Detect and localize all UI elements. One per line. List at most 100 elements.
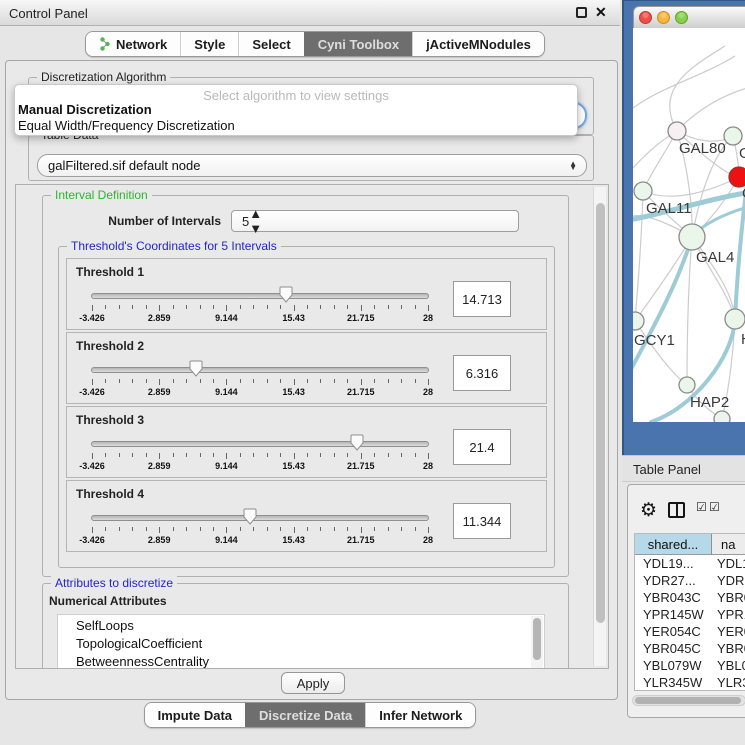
slider-tick bbox=[92, 527, 93, 533]
algorithm-hint-option[interactable]: Select algorithm to view settings bbox=[15, 85, 577, 102]
slider-thumb[interactable] bbox=[243, 508, 257, 530]
slider-thumb[interactable] bbox=[189, 360, 203, 382]
slider-tick bbox=[294, 527, 295, 533]
cell-name: YLR3 bbox=[712, 675, 745, 690]
close-icon[interactable]: ✕ bbox=[595, 4, 607, 21]
column-header-name[interactable]: na bbox=[712, 534, 745, 554]
slider-tick bbox=[320, 305, 321, 309]
list-item[interactable]: BetweennessCentrality bbox=[58, 654, 544, 669]
table-row[interactable]: YDL19...YDL1 bbox=[635, 555, 745, 572]
slider-thumb[interactable] bbox=[279, 286, 293, 308]
list-item[interactable]: SelfLoops bbox=[58, 618, 544, 633]
tab-cyni-toolbox[interactable]: Cyni Toolbox bbox=[304, 32, 412, 56]
tab-style[interactable]: Style bbox=[180, 32, 238, 56]
slider-tick bbox=[320, 527, 321, 531]
threshold-slider[interactable]: -3.4262.8599.14415.4321.71528 bbox=[91, 363, 431, 403]
float-window-icon[interactable] bbox=[576, 7, 587, 18]
table-row[interactable]: YBL079WYBL0 bbox=[635, 657, 745, 674]
threshold-value-field[interactable]: 6.316 bbox=[453, 355, 511, 391]
threshold-value-field[interactable]: 11.344 bbox=[453, 503, 511, 539]
slider-tick-label: 15.43 bbox=[271, 387, 317, 397]
table-data-select[interactable]: galFiltered.sif default node ▲▼ bbox=[37, 154, 587, 177]
panel-scrollbar[interactable] bbox=[593, 187, 606, 666]
slider-tick bbox=[186, 453, 187, 457]
threshold-slider[interactable]: -3.4262.8599.14415.4321.71528 bbox=[91, 511, 431, 551]
columns-icon[interactable] bbox=[668, 502, 685, 518]
network-node bbox=[633, 312, 644, 330]
table-row[interactable]: YBR045CYBR0 bbox=[635, 640, 745, 657]
control-panel-titlebar: Control Panel ✕ bbox=[0, 0, 620, 26]
slider-tick bbox=[186, 527, 187, 531]
slider-track[interactable] bbox=[91, 441, 429, 447]
network-node-label: HAP2 bbox=[690, 394, 729, 411]
table-row[interactable]: YLR345WYLR3 bbox=[635, 674, 745, 691]
slider-track[interactable] bbox=[91, 367, 429, 373]
slider-track[interactable] bbox=[91, 293, 429, 299]
slider-track[interactable] bbox=[91, 515, 429, 521]
number-of-intervals-select[interactable]: 5 ▲▼ bbox=[231, 210, 519, 232]
control-panel-tabs: NetworkStyleSelectCyni ToolboxjActiveMNo… bbox=[85, 31, 545, 57]
gear-icon[interactable]: ⚙ bbox=[640, 499, 657, 522]
cell-name: YBL0 bbox=[712, 658, 745, 673]
list-scrollbar[interactable] bbox=[531, 616, 543, 669]
tab-select[interactable]: Select bbox=[238, 32, 303, 56]
table-row[interactable]: YBR043CYBR0 bbox=[635, 589, 745, 606]
algorithm-option-manual[interactable]: Manual Discretization bbox=[15, 102, 577, 118]
threshold-row-4: Threshold 4 -3.4262.8599.14415.4321.71528… bbox=[66, 480, 547, 552]
column-header-shared-name[interactable]: shared... bbox=[635, 534, 712, 554]
threshold-label: Threshold 4 bbox=[76, 487, 144, 501]
slider-tick bbox=[388, 453, 389, 457]
cell-name: YPR1 bbox=[712, 607, 745, 622]
slider-tick bbox=[186, 305, 187, 309]
slider-tick bbox=[240, 305, 241, 309]
zoom-light[interactable] bbox=[675, 11, 688, 24]
slider-tick bbox=[280, 379, 281, 383]
network-node-label: GAL11 bbox=[646, 200, 692, 217]
slider-tick bbox=[347, 453, 348, 457]
threshold-row-3: Threshold 3-3.4262.8599.14415.4321.71528… bbox=[66, 406, 547, 478]
tab-jactivemnodules[interactable]: jActiveMNodules bbox=[412, 32, 544, 56]
node-table[interactable]: shared... na YDL19...YDL1YDR27...YDR2YBR… bbox=[634, 533, 745, 691]
slider-tick bbox=[240, 379, 241, 383]
threshold-slider[interactable]: -3.4262.8599.14415.4321.71528 bbox=[91, 289, 431, 329]
slider-tick-label: -3.426 bbox=[69, 461, 115, 471]
network-canvas[interactable]: GAL80GAGAL11CGAL4GCY1HHAP2 bbox=[633, 28, 745, 422]
table-row[interactable]: YDR27...YDR2 bbox=[635, 572, 745, 589]
slider-tick bbox=[307, 305, 308, 309]
algorithm-option-equal-width[interactable]: Equal Width/Frequency Discretization bbox=[15, 118, 577, 134]
slider-tick bbox=[213, 305, 214, 309]
threshold-value-field[interactable]: 21.4 bbox=[453, 429, 511, 465]
interval-definition-group: Interval Definition Number of Intervals … bbox=[42, 195, 569, 577]
minimize-light[interactable] bbox=[657, 11, 670, 24]
tab-infer-network[interactable]: Infer Network bbox=[365, 703, 475, 727]
slider-tick bbox=[428, 379, 429, 385]
numerical-attributes-label: Numerical Attributes bbox=[49, 594, 167, 608]
tab-network[interactable]: Network bbox=[86, 32, 180, 56]
slider-thumb[interactable] bbox=[350, 434, 364, 456]
slider-tick bbox=[173, 379, 174, 383]
checkbox-icon[interactable]: ☑ bbox=[696, 500, 707, 514]
close-light[interactable] bbox=[639, 11, 652, 24]
table-row[interactable]: YER054CYER0 bbox=[635, 623, 745, 640]
slider-tick-label: 9.144 bbox=[203, 387, 249, 397]
cell-shared-name: YBR043C bbox=[635, 590, 712, 605]
slider-tick bbox=[105, 305, 106, 309]
table-h-scrollbar[interactable] bbox=[632, 695, 745, 706]
tab-discretize-data[interactable]: Discretize Data bbox=[245, 703, 365, 727]
slider-tick bbox=[334, 305, 335, 309]
slider-tick bbox=[253, 379, 254, 383]
numerical-attributes-list[interactable]: SelfLoops TopologicalCoefficient Betweenne… bbox=[57, 614, 545, 669]
threshold-slider[interactable]: -3.4262.8599.14415.4321.71528 bbox=[91, 437, 431, 477]
slider-tick bbox=[388, 305, 389, 309]
tab-impute-data[interactable]: Impute Data bbox=[145, 703, 245, 727]
apply-button[interactable]: Apply bbox=[281, 672, 345, 694]
list-item[interactable]: TopologicalCoefficient bbox=[58, 636, 544, 651]
network-edge bbox=[633, 56, 735, 108]
threshold-value-field[interactable]: 14.713 bbox=[453, 281, 511, 317]
number-of-intervals-label: Number of Intervals bbox=[43, 214, 221, 228]
cell-shared-name: YDL19... bbox=[635, 556, 712, 571]
threshold-row-1: Threshold 1-3.4262.8599.14415.4321.71528… bbox=[66, 258, 547, 330]
checkbox-icon[interactable]: ☑ bbox=[709, 500, 720, 514]
table-row[interactable]: YPR145WYPR1 bbox=[635, 606, 745, 623]
slider-tick bbox=[119, 379, 120, 383]
